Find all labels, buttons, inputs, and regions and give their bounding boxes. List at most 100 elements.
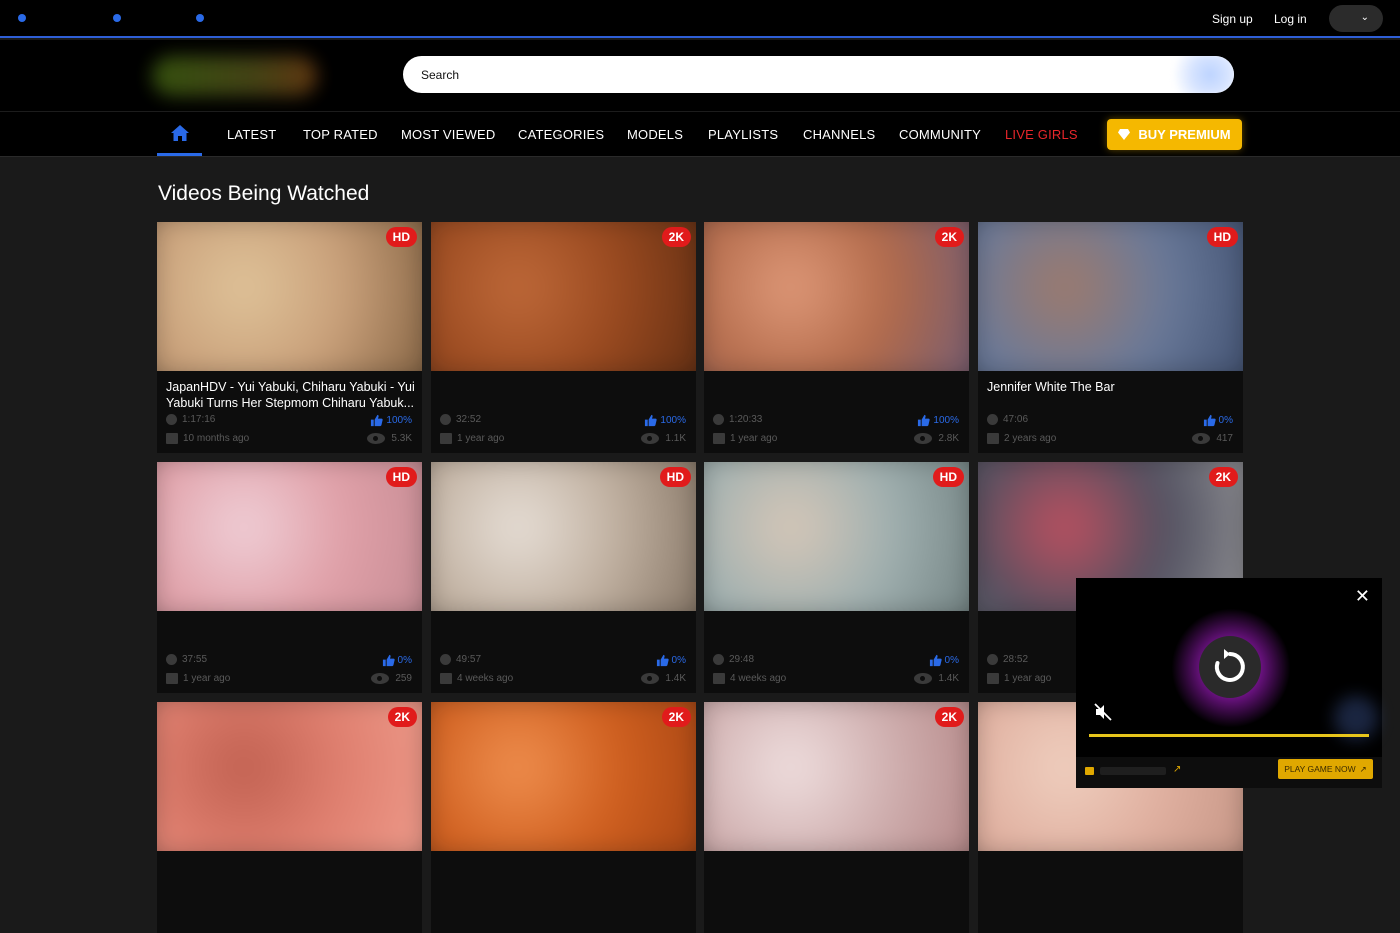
video-card[interactable]: HD Jennifer White The Bar 47:06 2 years a…	[978, 222, 1243, 453]
chevron-down-icon: ⌄	[1360, 12, 1369, 23]
age-text: 4 weeks ago	[730, 673, 787, 684]
nav-playlists[interactable]: PLAYLISTS	[708, 127, 778, 142]
video-duration: 1:17:16	[166, 414, 215, 425]
video-thumbnail[interactable]: 2K	[704, 222, 969, 371]
calendar-icon	[713, 433, 725, 444]
video-thumbnail[interactable]: HD	[157, 222, 422, 371]
duration-text: 32:52	[456, 414, 482, 425]
video-thumbnail[interactable]: 2K	[431, 222, 696, 371]
nav-top-rated[interactable]: TOP RATED	[303, 127, 378, 142]
video-thumbnail[interactable]: 2K	[704, 702, 969, 851]
thumbnail-image	[157, 462, 422, 611]
age-text: 4 weeks ago	[457, 673, 514, 684]
eye-icon	[914, 673, 933, 684]
dot-icon	[196, 14, 204, 22]
thumbnail-image	[431, 222, 696, 371]
nav-latest[interactable]: LATEST	[227, 127, 276, 142]
language-dropdown[interactable]: ⌄	[1329, 5, 1383, 32]
video-thumbnail[interactable]: HD	[157, 462, 422, 611]
video-card[interactable]: 2K 1:20:33 1 year ago 100% 2.8K	[704, 222, 969, 453]
search-button[interactable]	[1168, 56, 1234, 93]
nav-models[interactable]: MODELS	[627, 127, 683, 142]
mute-button[interactable]	[1094, 703, 1112, 726]
video-thumbnail[interactable]: HD	[431, 462, 696, 611]
video-duration: 49:57	[440, 654, 481, 665]
video-age: 1 year ago	[713, 433, 777, 444]
ad-brand-icon	[1085, 767, 1094, 775]
eye-icon	[914, 433, 933, 444]
age-text: 10 months ago	[183, 433, 250, 444]
buy-premium-button[interactable]: BUY PREMIUM	[1107, 119, 1242, 150]
external-link-icon[interactable]: ↗	[1173, 764, 1181, 775]
views-text: 1.4K	[938, 673, 959, 684]
close-icon[interactable]: ✕	[1355, 586, 1370, 607]
video-card[interactable]: HD 29:48 4 weeks ago 0% 1.4K	[704, 462, 969, 693]
quality-badge: HD	[659, 467, 691, 487]
thumbs-up-icon	[1203, 414, 1216, 427]
video-card[interactable]: HD 37:55 1 year ago 0% 259	[157, 462, 422, 693]
nav-community[interactable]: COMMUNITY	[899, 127, 981, 142]
video-thumbnail[interactable]: HD	[704, 462, 969, 611]
video-card[interactable]: 2K	[431, 702, 696, 933]
nav-categories[interactable]: CATEGORIES	[518, 127, 604, 142]
clock-icon	[987, 414, 998, 425]
search-input[interactable]	[403, 56, 1234, 93]
video-title[interactable]: JapanHDV - Yui Yabuki, Chiharu Yabuki - …	[166, 379, 416, 411]
clock-icon	[713, 414, 724, 425]
replay-button[interactable]	[1199, 636, 1261, 698]
video-age: 4 weeks ago	[713, 673, 786, 684]
rating-text: 0%	[671, 655, 686, 666]
video-title[interactable]: Jennifer White The Bar	[987, 379, 1237, 395]
calendar-icon	[987, 673, 999, 684]
video-duration: 28:52	[987, 654, 1028, 665]
muted-speaker-icon	[1094, 703, 1112, 721]
views-text: 5.3K	[391, 433, 412, 444]
calendar-icon	[987, 433, 999, 444]
calendar-icon	[440, 673, 452, 684]
quality-badge: 2K	[934, 707, 964, 727]
top-bar: Sign up Log in ⌄	[0, 0, 1400, 38]
eye-icon	[1192, 433, 1211, 444]
views-text: 2.8K	[938, 433, 959, 444]
video-rating: 0%	[1203, 414, 1233, 427]
video-card[interactable]: HD JapanHDV - Yui Yabuki, Chiharu Yabuki …	[157, 222, 422, 453]
site-logo[interactable]	[152, 56, 317, 96]
video-thumbnail[interactable]: 2K	[431, 702, 696, 851]
clock-icon	[440, 414, 451, 425]
thumbnail-image	[157, 222, 422, 371]
section-title: Videos Being Watched	[158, 182, 370, 205]
nav-channels[interactable]: CHANNELS	[803, 127, 875, 142]
thumbnail-image	[704, 702, 969, 851]
video-age: 4 weeks ago	[440, 673, 513, 684]
buy-premium-label: BUY PREMIUM	[1138, 127, 1231, 142]
video-thumbnail[interactable]: HD	[978, 222, 1243, 371]
video-rating: 100%	[644, 414, 686, 427]
age-text: 1 year ago	[457, 433, 505, 444]
play-game-button[interactable]: PLAY GAME NOW ↗	[1278, 759, 1373, 779]
video-age: 1 year ago	[166, 673, 230, 684]
age-text: 1 year ago	[1004, 673, 1052, 684]
age-text: 1 year ago	[730, 433, 778, 444]
rating-text: 100%	[660, 415, 686, 426]
thumbnail-image	[704, 222, 969, 371]
main-nav: LATEST TOP RATED MOST VIEWED CATEGORIES …	[0, 111, 1400, 157]
nav-live-girls[interactable]: LIVE GIRLS	[1005, 127, 1078, 142]
video-card[interactable]: 2K 32:52 1 year ago 100% 1.1K	[431, 222, 696, 453]
duration-text: 1:20:33	[729, 414, 763, 425]
video-card[interactable]: HD 49:57 4 weeks ago 0% 1.4K	[431, 462, 696, 693]
video-rating: 0%	[382, 654, 412, 667]
video-card[interactable]: 2K	[157, 702, 422, 933]
video-rating: 100%	[370, 414, 412, 427]
signup-link[interactable]: Sign up	[1212, 12, 1253, 26]
thumbnail-image	[157, 702, 422, 851]
nav-most-viewed[interactable]: MOST VIEWED	[401, 127, 495, 142]
video-card[interactable]: 2K	[704, 702, 969, 933]
nav-home[interactable]	[157, 112, 202, 156]
age-text: 2 years ago	[1004, 433, 1057, 444]
thumbnail-image	[431, 702, 696, 851]
login-link[interactable]: Log in	[1274, 12, 1307, 26]
clock-icon	[987, 654, 998, 665]
video-rating: 100%	[917, 414, 959, 427]
ad-brand-text	[1100, 767, 1166, 775]
video-thumbnail[interactable]: 2K	[157, 702, 422, 851]
